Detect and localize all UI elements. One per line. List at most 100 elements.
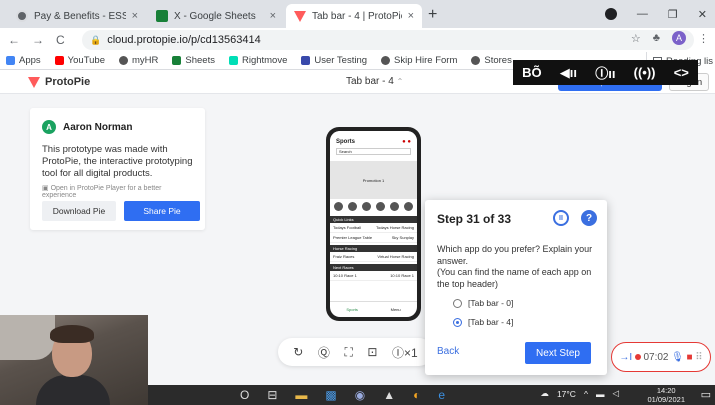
list-item[interactable]: 10:10 Race 1 10:10 Race 1: [330, 271, 417, 281]
bookmark-star-icon[interactable]: ☆: [631, 32, 641, 45]
protopie-logo[interactable]: ProtoPie: [28, 76, 90, 88]
screen-share-icon[interactable]: BÕ: [522, 65, 542, 80]
test-step-dialog: Step 31 of 33 II ? Which app do you pref…: [425, 200, 607, 375]
sport-icon[interactable]: [362, 202, 372, 211]
edge-icon[interactable]: e: [438, 388, 445, 402]
sport-icon[interactable]: [389, 202, 399, 211]
close-tab-icon[interactable]: ×: [132, 10, 138, 22]
protopie-icon: [294, 10, 306, 22]
option-tab-bar-4[interactable]: [Tab bar - 4]: [453, 317, 513, 327]
zoom-icon[interactable]: Ⓘ×1: [392, 344, 418, 361]
app-title: Sports: [336, 139, 356, 145]
microphone-icon[interactable]: Ⓘıı: [595, 63, 615, 82]
volume-icon[interactable]: ◁: [612, 388, 619, 399]
list-item[interactable]: Todays Football Todays Horse Racing: [330, 223, 417, 233]
sport-icon[interactable]: [348, 202, 358, 211]
drag-handle-icon[interactable]: ⠿: [695, 352, 702, 363]
scene-selector[interactable]: Tab bar - 4 ⌃: [346, 76, 403, 87]
bookmark-skip-hire-form[interactable]: Skip Hire Form: [381, 55, 457, 66]
bookmark-apps[interactable]: Apps: [6, 55, 41, 66]
radio-button[interactable]: [453, 298, 462, 308]
bookmark-sheets[interactable]: Sheets: [172, 55, 215, 66]
highlight-icon[interactable]: Ⓠ: [318, 344, 330, 361]
browser-tab-protopie[interactable]: Tab bar - 4 | ProtoPie Cloud ×: [286, 4, 422, 28]
profile-icon[interactable]: [604, 8, 617, 20]
tab-sports[interactable]: Sports: [346, 307, 358, 312]
chrome-taskbar-icon[interactable]: ◐: [413, 388, 420, 402]
lock-icon[interactable]: 🔒: [90, 35, 101, 46]
restore-button[interactable]: ❐: [668, 8, 678, 21]
address-bar[interactable]: 🔒 cloud.protopie.io/p/cd13563414: [82, 30, 694, 50]
fullscreen-icon[interactable]: ⛶: [344, 345, 352, 360]
open-in-player-link[interactable]: ▣ Open in ProtoPie Player for a better e…: [42, 184, 193, 199]
restart-icon[interactable]: ↻: [293, 345, 303, 359]
bookmark-rightmove[interactable]: Rightmove: [228, 55, 287, 66]
browser-tab-google-sheets[interactable]: X - Google Sheets ×: [148, 4, 284, 28]
system-tray: ☁ 17°C ^ ▬ ◁: [540, 388, 619, 399]
close-tab-icon[interactable]: ×: [408, 10, 414, 22]
extensions-icon[interactable]: ♣: [653, 32, 660, 44]
app-search-field[interactable]: Search: [336, 148, 411, 155]
app-icon[interactable]: ◉: [355, 388, 365, 402]
back-button[interactable]: Back: [437, 346, 459, 357]
next-step-button[interactable]: Next Step: [525, 342, 591, 364]
search-icon[interactable]: O: [240, 388, 249, 402]
bookmark-youtube[interactable]: YouTube: [54, 55, 105, 66]
option-tab-bar-0[interactable]: [Tab bar - 0]: [453, 298, 513, 308]
weather-temp[interactable]: 17°C: [557, 389, 576, 399]
app-header: Sports ● ● Search: [330, 131, 417, 161]
close-window-button[interactable]: ✕: [698, 8, 707, 21]
back-icon[interactable]: ←: [8, 33, 20, 47]
toolbar-actions: ☆ ♣ A ⋮: [631, 31, 709, 45]
step-question: Which app do you prefer? Explain your an…: [437, 244, 593, 289]
app-tab-bar: Sports Menu: [330, 301, 417, 317]
youtube-icon: [54, 56, 64, 65]
bookmark-user-testing[interactable]: User Testing: [301, 55, 367, 66]
promo-banner[interactable]: Promotion 1: [330, 161, 417, 199]
player-icon: ▣: [42, 185, 51, 192]
broadcast-icon[interactable]: ((•)): [634, 65, 656, 80]
bookmark-myhr[interactable]: myHR: [119, 55, 158, 66]
app-icon[interactable]: ▩: [325, 388, 336, 402]
caret-icon: ⌃: [396, 77, 404, 86]
sport-icon[interactable]: [403, 202, 413, 211]
volume-icon[interactable]: ◀ıı: [560, 65, 577, 81]
reload-icon[interactable]: C: [56, 33, 65, 47]
list-item[interactable]: Premier League Table Sky Sunplay: [330, 233, 417, 243]
code-icon[interactable]: <>: [674, 65, 689, 80]
microphone-icon[interactable]: 🎙: [671, 352, 684, 363]
sport-icon[interactable]: [334, 202, 344, 211]
menu-icon[interactable]: ⋮: [698, 32, 709, 45]
task-view-icon[interactable]: ⊟: [267, 388, 277, 402]
download-pie-button[interactable]: Download Pie: [42, 201, 116, 221]
file-explorer-icon[interactable]: ▬: [295, 388, 307, 402]
sport-icon[interactable]: [375, 202, 385, 211]
collapse-icon[interactable]: →I: [619, 352, 632, 363]
tab-menu[interactable]: Menu: [391, 307, 401, 312]
device-frame-icon[interactable]: ⊡: [367, 345, 377, 359]
player-controls: ↻ Ⓠ ⛶ ⊡ Ⓘ×1: [278, 338, 433, 366]
close-tab-icon[interactable]: ×: [270, 10, 276, 22]
network-icon[interactable]: ▬: [596, 389, 605, 399]
phone-screen[interactable]: Sports ● ● Search Promotion 1 Quick Link…: [330, 131, 417, 317]
minimize-button[interactable]: —: [637, 8, 648, 20]
section-horse-racing: Horse Racing: [330, 245, 417, 252]
pause-icon[interactable]: II: [553, 210, 569, 226]
chevron-up-icon[interactable]: ^: [584, 389, 588, 399]
share-pie-button[interactable]: Share Pie: [124, 201, 200, 221]
radio-button-selected[interactable]: [453, 317, 462, 327]
bookmark-stores[interactable]: Stores: [471, 55, 512, 66]
notification-icon[interactable]: ▭: [701, 388, 711, 401]
phone-preview[interactable]: Sports ● ● Search Promotion 1 Quick Link…: [326, 127, 421, 321]
help-icon[interactable]: ?: [581, 210, 597, 226]
app-icon[interactable]: ▲: [383, 388, 395, 402]
list-item[interactable]: Fraiz Races Virtual Horse Racing: [330, 252, 417, 262]
browser-tab-pay-benefits[interactable]: Pay & Benefits - ESS ×: [8, 4, 146, 28]
new-tab-button[interactable]: +: [428, 6, 437, 24]
clock[interactable]: 14:20 01/09/2021: [647, 386, 685, 404]
forward-icon[interactable]: →: [32, 33, 44, 47]
tab-strip: Pay & Benefits - ESS × X - Google Sheets…: [0, 0, 715, 28]
camera-icon[interactable]: ■: [687, 352, 693, 363]
profile-avatar[interactable]: A: [672, 31, 686, 45]
protopie-icon: [28, 76, 40, 88]
